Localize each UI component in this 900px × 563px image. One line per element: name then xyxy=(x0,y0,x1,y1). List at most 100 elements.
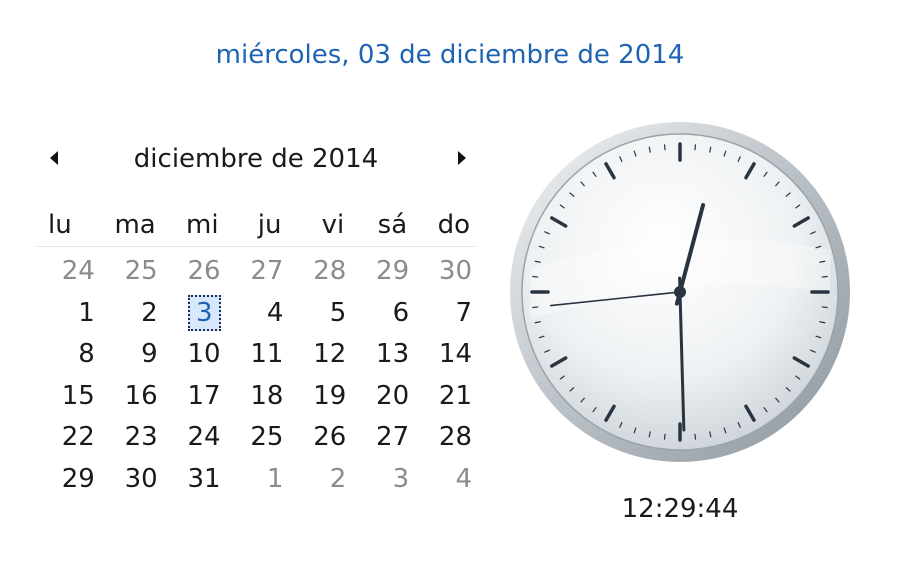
day-cell-today[interactable]: 3 xyxy=(162,293,225,335)
day-number: 21 xyxy=(438,380,472,411)
day-cell[interactable]: 20 xyxy=(350,376,413,418)
day-cell[interactable]: 1 xyxy=(225,459,288,501)
day-number: 28 xyxy=(313,256,347,286)
day-cell[interactable]: 30 xyxy=(99,459,162,501)
day-number: 15 xyxy=(61,380,95,411)
clock-center-cap xyxy=(674,286,686,298)
chevron-left-icon xyxy=(50,151,58,165)
day-number: 24 xyxy=(61,256,95,286)
day-cell[interactable]: 10 xyxy=(162,334,225,376)
minute-tick xyxy=(532,306,539,309)
day-cell[interactable]: 31 xyxy=(162,459,225,501)
day-number: 23 xyxy=(124,422,158,452)
day-cell[interactable]: 4 xyxy=(413,459,476,501)
day-number: 22 xyxy=(61,422,95,452)
next-month-button[interactable] xyxy=(452,146,472,170)
day-number: 5 xyxy=(329,297,347,328)
day-cell[interactable]: 27 xyxy=(350,417,413,459)
day-number: 3 xyxy=(188,294,221,331)
minute-tick xyxy=(532,275,539,278)
day-number: 30 xyxy=(438,256,472,286)
digital-time: 12:29:44 xyxy=(621,494,739,524)
day-number: 17 xyxy=(187,380,221,411)
previous-month-button[interactable] xyxy=(44,146,64,170)
day-cell[interactable]: 26 xyxy=(287,417,350,459)
full-date-link[interactable]: miércoles, 03 de diciembre de 2014 xyxy=(0,40,900,70)
day-number: 1 xyxy=(78,297,95,328)
day-cell[interactable]: 24 xyxy=(36,251,99,293)
minute-tick xyxy=(821,306,828,309)
day-number: 14 xyxy=(438,339,472,369)
day-cell[interactable]: 7 xyxy=(413,293,476,335)
day-cell[interactable]: 17 xyxy=(162,376,225,418)
day-number: 1 xyxy=(266,463,284,494)
minute-tick xyxy=(694,144,697,151)
day-number: 19 xyxy=(313,380,347,411)
day-number: 3 xyxy=(392,463,410,494)
day-number: 25 xyxy=(250,422,284,452)
day-number: 26 xyxy=(187,256,221,286)
day-cell[interactable]: 29 xyxy=(36,459,99,501)
minute-tick xyxy=(663,433,666,440)
day-number: 9 xyxy=(141,339,158,369)
day-cell[interactable]: 8 xyxy=(36,334,99,376)
weekday-label: do xyxy=(437,210,470,240)
day-cell[interactable]: 13 xyxy=(350,334,413,376)
clock-face-icon xyxy=(510,122,850,462)
minute-tick xyxy=(821,275,828,278)
day-number: 30 xyxy=(124,463,158,494)
day-cell[interactable]: 22 xyxy=(36,417,99,459)
day-cell[interactable]: 3 xyxy=(350,459,413,501)
day-number: 11 xyxy=(250,339,284,369)
day-cell[interactable]: 12 xyxy=(287,334,350,376)
day-cell[interactable]: 28 xyxy=(287,251,350,293)
minute-tick xyxy=(663,144,666,151)
day-number: 31 xyxy=(187,463,221,494)
weekday-label: lu xyxy=(48,210,72,240)
day-cell[interactable]: 9 xyxy=(99,334,162,376)
day-cell[interactable]: 2 xyxy=(287,459,350,501)
day-number: 20 xyxy=(376,380,410,411)
day-number: 2 xyxy=(329,463,347,494)
day-cell[interactable]: 18 xyxy=(225,376,288,418)
day-cell[interactable]: 21 xyxy=(413,376,476,418)
day-cell[interactable]: 15 xyxy=(36,376,99,418)
weekday-label: sá xyxy=(377,210,408,240)
day-cell[interactable]: 24 xyxy=(162,417,225,459)
day-number: 6 xyxy=(392,297,410,328)
day-cell[interactable]: 5 xyxy=(287,293,350,335)
day-cell[interactable]: 26 xyxy=(162,251,225,293)
day-cell[interactable]: 25 xyxy=(225,417,288,459)
weekday-label: ju xyxy=(257,210,282,240)
day-cell[interactable]: 14 xyxy=(413,334,476,376)
day-cell[interactable]: 23 xyxy=(99,417,162,459)
weekday-label: mi xyxy=(186,210,219,240)
day-cell[interactable]: 29 xyxy=(350,251,413,293)
day-cell[interactable]: 11 xyxy=(225,334,288,376)
day-cell[interactable]: 27 xyxy=(225,251,288,293)
day-number: 24 xyxy=(187,422,221,452)
day-cell[interactable]: 25 xyxy=(99,251,162,293)
day-cell[interactable]: 6 xyxy=(350,293,413,335)
day-number: 16 xyxy=(124,380,158,411)
day-cell[interactable]: 30 xyxy=(413,251,476,293)
day-number: 8 xyxy=(78,339,95,369)
day-number: 18 xyxy=(250,380,284,411)
day-number: 10 xyxy=(187,339,221,369)
day-grid: 24 25 26 27 28 29 30 1 2 3 4 5 6 7 8 9 10 11 12 13 14 15 16 17 1… xyxy=(36,251,476,500)
weekday-header: lu ma mi ju vi sá do xyxy=(36,204,476,247)
day-cell[interactable]: 16 xyxy=(99,376,162,418)
day-number: 4 xyxy=(266,297,284,328)
day-number: 26 xyxy=(313,422,347,452)
weekday-label: vi xyxy=(321,210,345,240)
day-cell[interactable]: 1 xyxy=(36,293,99,335)
day-cell[interactable]: 4 xyxy=(225,293,288,335)
month-title[interactable]: diciembre de 2014 xyxy=(96,144,416,174)
day-cell[interactable]: 19 xyxy=(287,376,350,418)
day-number: 29 xyxy=(61,463,95,494)
day-number: 7 xyxy=(455,297,472,328)
day-cell[interactable]: 2 xyxy=(99,293,162,335)
day-cell[interactable]: 28 xyxy=(413,417,476,459)
chevron-right-icon xyxy=(458,151,466,165)
weekday-label: ma xyxy=(114,210,156,240)
